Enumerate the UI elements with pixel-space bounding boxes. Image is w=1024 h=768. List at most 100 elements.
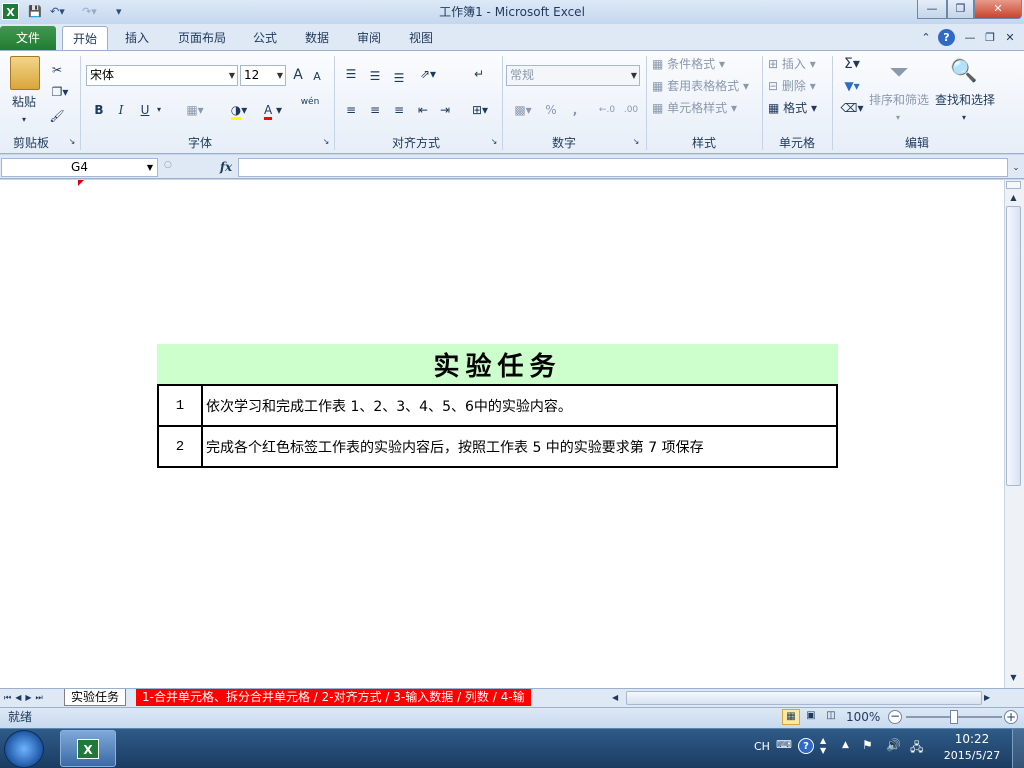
decrease-indent-icon[interactable]: ⇤: [414, 100, 432, 120]
taskbar-excel-button[interactable]: X: [60, 730, 116, 767]
name-box[interactable]: G4 ▼: [1, 158, 158, 177]
number-launcher-icon[interactable]: ↘: [630, 136, 642, 148]
binoculars-icon[interactable]: 🔍: [946, 56, 982, 88]
align-top-icon[interactable]: ☰: [342, 64, 360, 84]
keyboard-icon[interactable]: ⌨: [776, 738, 792, 756]
show-hidden-icons[interactable]: ▲: [842, 740, 854, 754]
show-desktop-button[interactable]: [1012, 729, 1024, 768]
language-indicator[interactable]: CH: [754, 738, 770, 756]
action-center-icon[interactable]: ⚑: [862, 738, 880, 756]
tab-file[interactable]: 文件: [0, 26, 56, 51]
comma-style-button[interactable]: ,: [568, 100, 582, 120]
font-launcher-icon[interactable]: ↘: [320, 136, 332, 148]
bold-button[interactable]: B: [90, 100, 108, 120]
align-center-icon[interactable]: ≡: [366, 100, 384, 120]
cell-styles-button[interactable]: ▦ 单元格样式 ▾: [652, 98, 760, 118]
clear-icon[interactable]: ⌫▾: [838, 98, 866, 118]
insert-function-button[interactable]: fx: [216, 158, 236, 177]
underline-button[interactable]: U: [136, 100, 154, 120]
fill-color-icon[interactable]: ◑▾: [222, 100, 256, 120]
sort-filter-button[interactable]: 排序和筛选: [868, 90, 930, 110]
sheet-tab-active[interactable]: 实验任务: [64, 689, 127, 706]
horizontal-scroll-thumb[interactable]: [626, 691, 982, 705]
increase-indent-icon[interactable]: ⇥: [436, 100, 454, 120]
find-select-button[interactable]: 查找和选择: [932, 90, 998, 110]
increase-decimal-icon[interactable]: ←.0: [596, 100, 618, 120]
scroll-up-icon[interactable]: ▲: [1006, 190, 1021, 206]
workbook-restore-icon[interactable]: ❐: [982, 26, 998, 51]
align-left-icon[interactable]: ≡: [342, 100, 360, 120]
zoom-out-icon[interactable]: −: [888, 710, 902, 724]
insert-cells-button[interactable]: ⊞ 插入 ▾: [768, 54, 828, 74]
volume-icon[interactable]: 🔊: [886, 738, 904, 756]
decrease-decimal-icon[interactable]: .00: [620, 100, 642, 120]
clock-date[interactable]: 2015/5/27: [936, 749, 1008, 765]
vertical-scroll-thumb[interactable]: [1006, 206, 1021, 486]
workbook-close-icon[interactable]: ✕: [1002, 26, 1018, 51]
format-cells-button[interactable]: ▦ 格式 ▾: [768, 98, 828, 118]
help-icon[interactable]: ?: [938, 29, 955, 46]
percent-style-button[interactable]: %: [542, 100, 560, 120]
phonetic-guide-icon[interactable]: wén: [296, 96, 324, 116]
help-tray-icon[interactable]: ?: [798, 738, 814, 754]
clock-time[interactable]: 10:22: [940, 732, 1004, 748]
find-select-dropdown-icon[interactable]: ▾: [958, 108, 970, 128]
number-format-combo[interactable]: 常规 ▼: [506, 65, 640, 86]
tab-formulas[interactable]: 公式: [244, 26, 286, 51]
borders-icon[interactable]: ▦▾: [180, 100, 210, 120]
wrap-text-icon[interactable]: ↵: [468, 64, 490, 84]
zoom-in-icon[interactable]: +: [1004, 710, 1018, 724]
format-as-table-button[interactable]: ▦ 套用表格格式 ▾: [652, 76, 760, 96]
tab-page-layout[interactable]: 页面布局: [170, 26, 234, 51]
alignment-launcher-icon[interactable]: ↘: [488, 136, 500, 148]
grow-font-button[interactable]: A: [290, 65, 306, 85]
fill-icon[interactable]: ▼▾: [838, 76, 866, 96]
tab-review[interactable]: 审阅: [348, 26, 390, 51]
start-button[interactable]: [4, 730, 44, 768]
task-number-cell[interactable]: 1: [157, 384, 203, 427]
conditional-formatting-button[interactable]: ▦ 条件格式 ▾: [652, 54, 760, 74]
maximize-button[interactable]: ❐: [947, 0, 974, 19]
tab-insert[interactable]: 插入: [114, 26, 160, 51]
clipboard-launcher-icon[interactable]: ↘: [66, 136, 78, 148]
formula-resize-icon[interactable]: ○: [164, 160, 176, 174]
sort-filter-icon[interactable]: ⏷: [880, 56, 918, 88]
paste-button[interactable]: 粘贴: [6, 92, 42, 112]
ime-options-icon[interactable]: ▲ ▼: [820, 736, 832, 756]
align-middle-icon[interactable]: ☰: [366, 66, 384, 86]
close-button[interactable]: ✕: [974, 0, 1022, 19]
italic-button[interactable]: I: [112, 100, 130, 120]
font-name-combo[interactable]: 宋体 ▼: [86, 65, 238, 86]
task-text-cell[interactable]: 依次学习和完成工作表 1、2、3、4、5、6中的实验内容。: [201, 384, 838, 427]
expand-formula-bar-icon[interactable]: ⌄: [1010, 160, 1022, 176]
task-text-cell[interactable]: 完成各个红色标签工作表的实验内容后，按照工作表 5 中的实验要求第 7 项保存: [201, 425, 838, 468]
underline-dropdown-icon[interactable]: ▾: [154, 100, 164, 120]
font-color-button[interactable]: A ▾: [258, 100, 288, 120]
autosum-button[interactable]: Σ▾: [838, 54, 866, 74]
font-size-combo[interactable]: 12 ▼: [240, 65, 286, 86]
sheet-nav-icons[interactable]: ⏮◀▶⏭: [4, 690, 64, 706]
task-title[interactable]: 实验任务: [157, 344, 838, 384]
split-box[interactable]: [1006, 181, 1021, 189]
page-break-view-icon[interactable]: ◫: [822, 709, 840, 725]
zoom-level[interactable]: 100%: [846, 708, 880, 727]
page-layout-view-icon[interactable]: ▣: [802, 709, 820, 725]
scroll-left-icon[interactable]: ◀: [612, 690, 624, 706]
minimize-button[interactable]: —: [917, 0, 947, 19]
accounting-format-icon[interactable]: ▩▾: [508, 100, 538, 120]
merge-center-icon[interactable]: ⊞▾: [466, 100, 494, 120]
sheet-tab[interactable]: 1-合并单元格、拆分合并单元格 / 2-对齐方式 / 3-输入数据 / 列数 /…: [136, 689, 531, 706]
workbook-minimize-icon[interactable]: —: [962, 26, 978, 51]
network-icon[interactable]: 🖧: [910, 738, 928, 756]
copy-icon[interactable]: ❐▾: [46, 82, 74, 102]
collapse-ribbon-icon[interactable]: ⌃: [918, 26, 934, 51]
orientation-icon[interactable]: ⇗▾: [414, 64, 442, 84]
tab-home[interactable]: 开始: [62, 26, 108, 51]
format-painter-icon[interactable]: 🖌: [46, 106, 68, 126]
zoom-slider-thumb[interactable]: [950, 710, 958, 724]
cut-icon[interactable]: ✂: [46, 60, 68, 80]
shrink-font-button[interactable]: A: [310, 67, 324, 87]
task-number-cell[interactable]: 2: [157, 425, 203, 468]
paste-icon[interactable]: [10, 56, 40, 90]
delete-cells-button[interactable]: ⊟ 删除 ▾: [768, 76, 828, 96]
